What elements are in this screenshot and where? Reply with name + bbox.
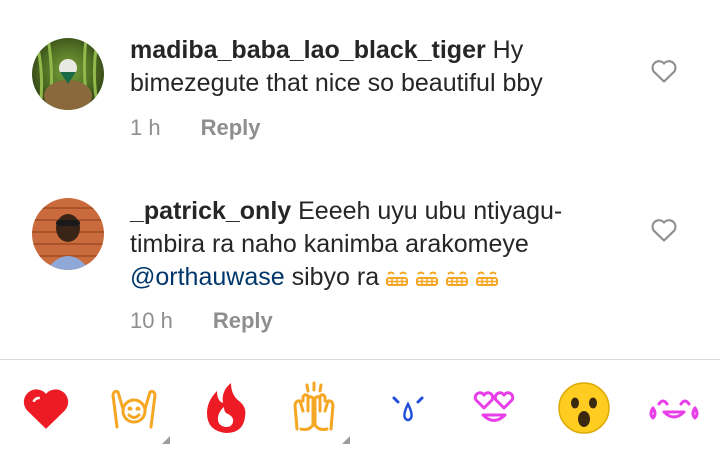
grimacing-face-icon [415,262,439,295]
red-heart-icon[interactable] [18,380,74,436]
emoji-reaction-bar [0,362,720,452]
comment-timestamp: 1 h [130,115,161,140]
avatar[interactable] [32,198,104,270]
divider [0,359,720,360]
astonished-face-icon[interactable] [556,380,612,436]
comment-message-tail: sibyo ra [284,263,380,291]
reply-button[interactable]: Reply [201,115,261,141]
grimacing-face-icon [445,262,469,295]
comment-username[interactable]: _patrick_only [130,197,291,225]
comment-text: _patrick_only Eeeeh uyu ubu ntiyagu- tim… [130,195,630,295]
grimacing-face-icon [385,262,409,295]
comment-username[interactable]: madiba_baba_lao_black_tiger [130,36,486,64]
reply-button[interactable]: Reply [213,308,273,334]
avatar[interactable] [32,38,104,110]
clapping-hands-icon[interactable] [286,380,342,436]
skin-tone-indicator [342,436,350,444]
tears-of-joy-face-icon[interactable] [646,380,702,436]
raising-hands-icon[interactable] [106,380,162,436]
crying-face-icon[interactable] [380,380,436,436]
like-heart-icon[interactable] [650,217,678,243]
mention-link[interactable]: @orthauwase [130,263,285,291]
like-heart-icon[interactable] [650,58,678,84]
grimacing-face-icon [475,262,499,295]
fire-icon[interactable] [198,380,254,436]
skin-tone-indicator [162,436,170,444]
comment-timestamp: 10 h [130,308,173,333]
comment-text: madiba_baba_lao_black_tiger Hy bimezegut… [130,34,630,100]
heart-eyes-face-icon[interactable] [466,380,522,436]
